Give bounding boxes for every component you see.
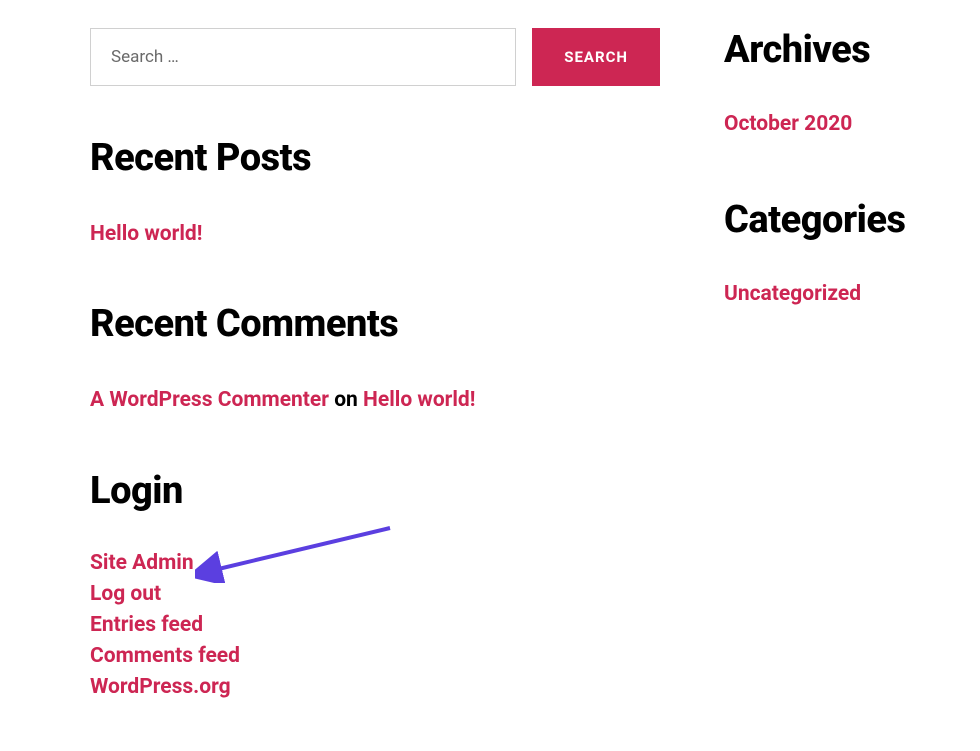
archive-link[interactable]: October 2020 (724, 112, 852, 136)
login-link-comments-feed[interactable]: Comments feed (90, 644, 240, 668)
recent-post-link[interactable]: Hello world! (90, 222, 202, 246)
search-button[interactable]: SEARCH (532, 28, 660, 86)
comment-author-link[interactable]: A WordPress Commenter (90, 388, 329, 412)
comment-on-word: on (334, 388, 358, 412)
archives-section: Archives October 2020 (724, 28, 905, 142)
login-link-site-admin[interactable]: Site Admin (90, 551, 194, 575)
search-form: SEARCH (90, 28, 660, 86)
login-section: Login Site Admin Log out Entries feed Co… (90, 469, 660, 699)
recent-comments-heading: Recent Comments (90, 302, 660, 346)
comment-post-link[interactable]: Hello world! (363, 388, 475, 412)
recent-comments-section: Recent Comments A WordPress Commenter on… (90, 302, 660, 418)
search-input[interactable] (90, 28, 516, 86)
login-link-wordpress-org[interactable]: WordPress.org (90, 675, 231, 699)
recent-comment-item: A WordPress Commenter on Hello world! (90, 384, 660, 418)
categories-section: Categories Uncategorized (724, 198, 905, 312)
login-link-log-out[interactable]: Log out (90, 582, 161, 606)
recent-posts-heading: Recent Posts (90, 136, 660, 180)
archives-heading: Archives (724, 28, 905, 72)
categories-heading: Categories (724, 198, 905, 242)
recent-posts-section: Recent Posts Hello world! (90, 136, 660, 252)
login-link-entries-feed[interactable]: Entries feed (90, 613, 203, 637)
category-link[interactable]: Uncategorized (724, 282, 861, 306)
login-heading: Login (90, 469, 660, 513)
